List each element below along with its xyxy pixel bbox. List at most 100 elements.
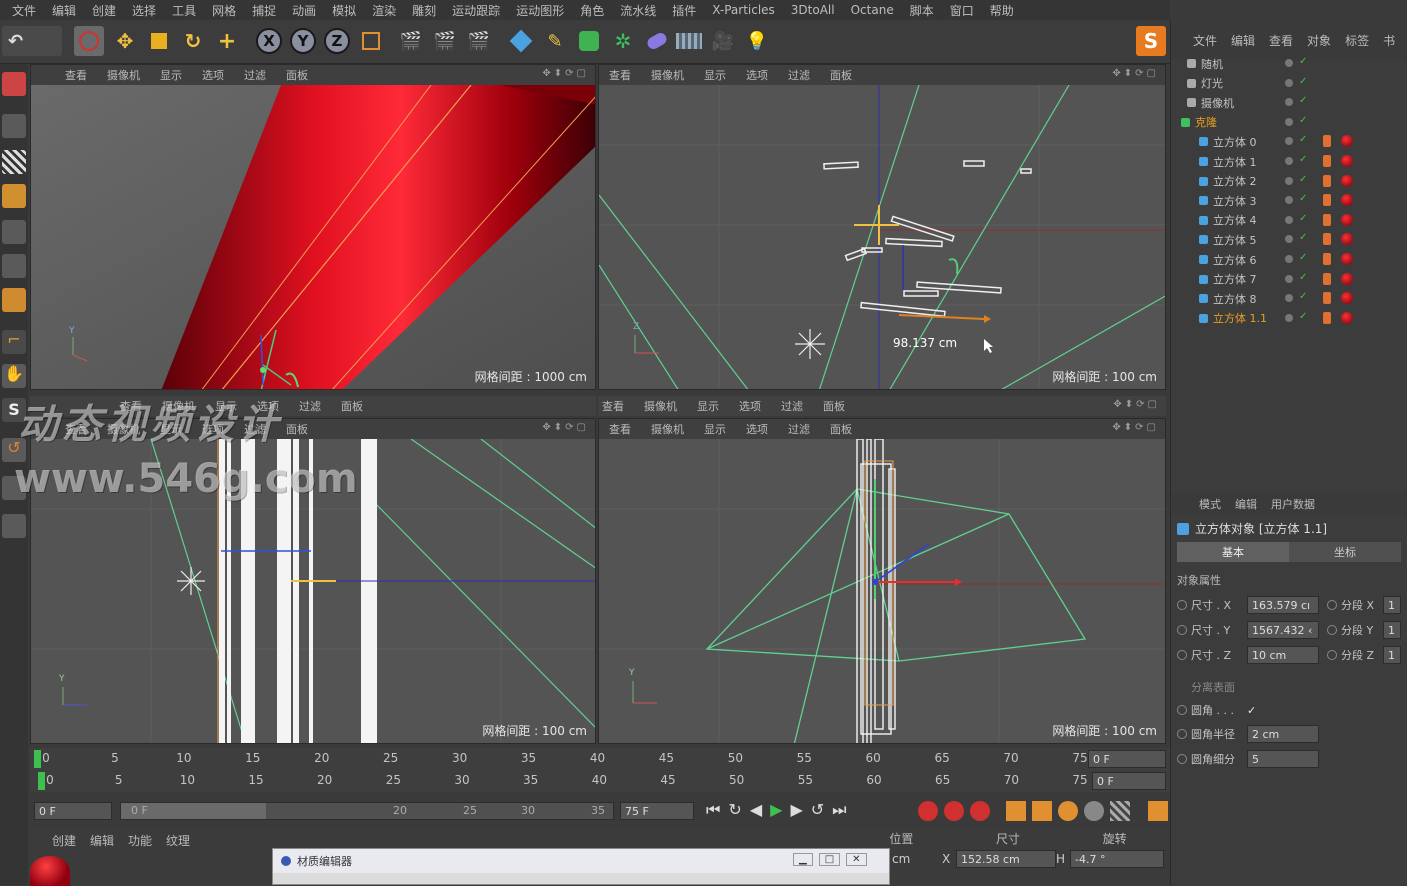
cube-button[interactable] <box>506 26 536 56</box>
menu-item-8[interactable]: 模拟 <box>324 2 364 19</box>
visibility-dot-icon[interactable] <box>1285 255 1293 263</box>
viewport-menu-item[interactable]: 过滤 <box>781 398 803 414</box>
visibility-dot-icon[interactable] <box>1285 215 1293 224</box>
object-row[interactable]: 摄像机 ✓ <box>1171 93 1407 112</box>
add-tool-button[interactable]: + <box>212 26 242 56</box>
menu-item-14[interactable]: 流水线 <box>612 2 664 19</box>
material-tag-icon[interactable] <box>1341 194 1353 207</box>
viewport-menu-item[interactable]: 显示 <box>697 398 719 414</box>
fillet-subdiv-input[interactable]: 5 <box>1247 750 1319 768</box>
undo-button[interactable]: ↶ <box>2 26 62 56</box>
viewport-menu-item[interactable]: 显示 <box>160 67 182 83</box>
viewport-menu-item[interactable]: 查看 <box>609 67 631 83</box>
menu-item-3[interactable]: 选择 <box>124 2 164 19</box>
viewport-menu-item[interactable]: 过滤 <box>299 398 321 414</box>
brand-logo-button[interactable]: S <box>1136 26 1166 56</box>
subtab-basic[interactable]: 基本 <box>1177 542 1289 562</box>
enabled-check-icon[interactable]: ✓ <box>1299 174 1307 185</box>
polygons-mode-icon[interactable] <box>2 288 26 312</box>
object-row[interactable]: 立方体 7 ✓ <box>1171 270 1407 289</box>
menu-item-6[interactable]: 捕捉 <box>244 2 284 19</box>
tag-icon[interactable] <box>1323 135 1331 148</box>
object-row[interactable]: 立方体 4 ✓ <box>1171 211 1407 230</box>
play-icon[interactable]: ▶ <box>770 800 782 820</box>
key-pla-icon[interactable] <box>1110 801 1130 821</box>
menu-item-16[interactable]: X-Particles <box>704 3 783 17</box>
viewport-menu-item[interactable]: 选项 <box>202 67 224 83</box>
attr-tab-userdata[interactable]: 用户数据 <box>1271 496 1315 512</box>
tag-icon[interactable] <box>1323 174 1331 187</box>
visibility-dot-icon[interactable] <box>1285 78 1293 87</box>
fillet-checkbox[interactable]: ✓ <box>1247 704 1256 717</box>
menu-item-4[interactable]: 工具 <box>164 2 204 19</box>
enabled-check-icon[interactable]: ✓ <box>1299 154 1307 165</box>
menu-item-21[interactable]: 帮助 <box>982 2 1022 19</box>
seg-z-input[interactable]: 1 <box>1383 646 1401 664</box>
viewport-menu-item[interactable]: 显示 <box>704 67 726 83</box>
key-position-icon[interactable] <box>1006 801 1026 821</box>
radio-icon[interactable] <box>1177 705 1187 715</box>
size-y-input[interactable]: 1567.432 ‹ <box>1247 621 1319 639</box>
subtab-coord[interactable]: 坐标 <box>1289 542 1401 562</box>
z-axis-button[interactable]: Z <box>322 26 352 56</box>
fillet-radius-input[interactable]: 2 cm <box>1247 725 1319 743</box>
render-settings-button[interactable]: 🎬 <box>464 26 494 56</box>
scale-tool-button[interactable] <box>144 26 174 56</box>
enabled-check-icon[interactable]: ✓ <box>1299 252 1307 263</box>
enabled-check-icon[interactable]: ✓ <box>1299 56 1307 67</box>
tag-icon[interactable] <box>1323 292 1331 305</box>
menu-item-12[interactable]: 运动图形 <box>508 2 572 19</box>
loop-forward-icon[interactable]: ↺ <box>811 800 824 820</box>
light-button[interactable]: 💡 <box>742 26 772 56</box>
object-row[interactable]: 立方体 5 ✓ <box>1171 230 1407 249</box>
timeline-primary[interactable]: 0 5 10 15 20 25 30 35 40 45 50 55 60 65 70 75 0 F <box>30 748 1170 770</box>
maximize-icon[interactable]: □ <box>818 853 841 866</box>
material-tag-icon[interactable] <box>1341 213 1353 226</box>
key-param-icon[interactable] <box>1084 801 1104 821</box>
subdivision-button[interactable] <box>574 26 604 56</box>
material-tag-icon[interactable] <box>1341 233 1353 246</box>
viewport-menu-item[interactable]: 面板 <box>286 67 308 83</box>
preview-range-slider[interactable]: 0 F 20 25 30 35 <box>120 802 614 820</box>
object-row[interactable]: 立方体 3 ✓ <box>1171 191 1407 210</box>
menu-item-15[interactable]: 插件 <box>664 2 704 19</box>
material-tag-icon[interactable] <box>1341 311 1353 324</box>
start-frame-field[interactable]: 0 F <box>34 802 112 820</box>
attr-tab-edit[interactable]: 编辑 <box>1235 496 1257 512</box>
viewport-top[interactable]: Z 查看 摄像机 显示 选项 过滤 面板 98.137 cm ✥⬍⟳▢ 网格间距 : 10… <box>598 64 1166 390</box>
menu-item-19[interactable]: 脚本 <box>902 2 942 19</box>
enabled-check-icon[interactable]: ✓ <box>1299 291 1307 302</box>
viewport-menu-item[interactable]: 查看 <box>609 421 631 437</box>
viewport-menu-item[interactable]: 显示 <box>704 421 726 437</box>
key-rotation-icon[interactable] <box>1058 801 1078 821</box>
viewport-menu-item[interactable]: 面板 <box>830 67 852 83</box>
tag-icon[interactable] <box>1323 155 1331 167</box>
radio-icon[interactable] <box>1177 600 1187 610</box>
y-axis-button[interactable]: Y <box>288 26 318 56</box>
tag-icon[interactable] <box>1323 272 1331 285</box>
material-tag-icon[interactable] <box>1341 174 1353 187</box>
texture-mode-icon[interactable] <box>2 150 26 174</box>
menu-item-1[interactable]: 编辑 <box>44 2 84 19</box>
material-menu-item[interactable]: 纹理 <box>166 832 190 849</box>
keyframe-selection-icon[interactable] <box>970 801 990 821</box>
radio-icon[interactable] <box>1327 625 1337 635</box>
viewport-menu-item[interactable]: 摄像机 <box>651 67 684 83</box>
viewport-menu-item[interactable]: 摄像机 <box>651 421 684 437</box>
visibility-dot-icon[interactable] <box>1285 59 1293 67</box>
object-row[interactable]: 立方体 2 ✓ <box>1171 172 1407 191</box>
material-tag-icon[interactable] <box>1341 292 1353 305</box>
material-tag-icon[interactable] <box>1341 135 1353 148</box>
edges-mode-icon[interactable] <box>2 254 26 278</box>
enabled-check-icon[interactable]: ✓ <box>1299 232 1307 243</box>
enabled-check-icon[interactable]: ✓ <box>1299 95 1307 106</box>
viewport-nav-icons[interactable]: ✥⬍⟳▢ <box>542 68 589 79</box>
prev-frame-icon[interactable]: ◀ <box>750 800 762 820</box>
tag-icon[interactable] <box>1323 194 1331 207</box>
menu-item-2[interactable]: 创建 <box>84 2 124 19</box>
workplane-icon[interactable] <box>2 184 26 208</box>
current-frame-field-2[interactable]: 0 F <box>1092 772 1166 790</box>
material-menu-item[interactable]: 创建 <box>52 832 76 849</box>
object-row[interactable]: 克隆 ✓ <box>1171 113 1407 132</box>
pen-button[interactable]: ✎ <box>540 26 570 56</box>
